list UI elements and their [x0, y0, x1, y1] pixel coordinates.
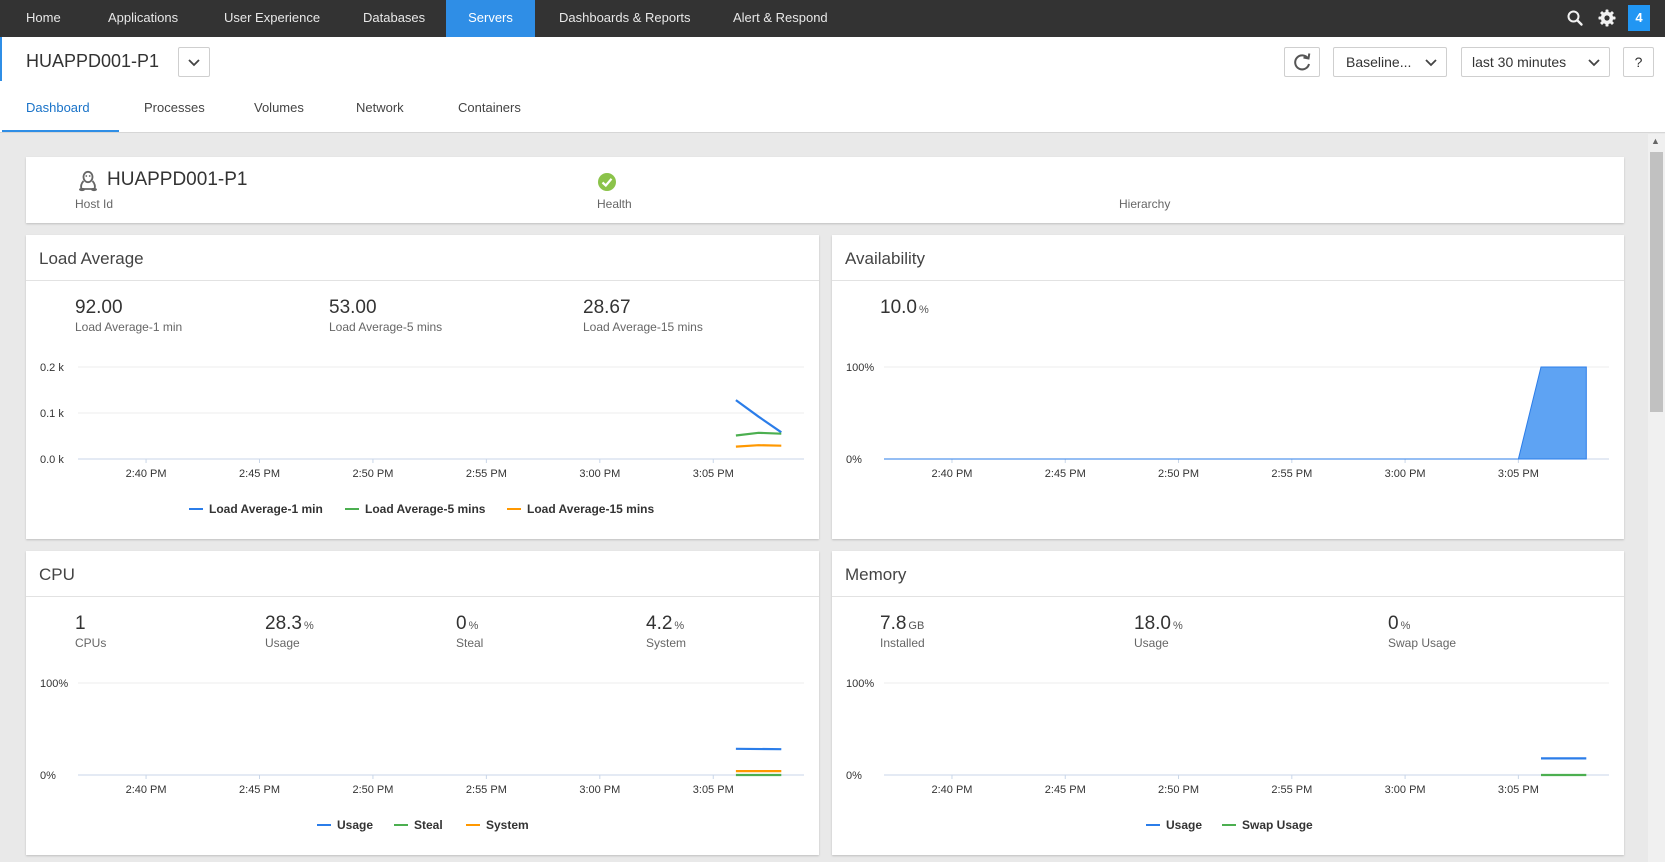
- y-tick-label: 100%: [40, 678, 68, 690]
- legend-item: Steal: [414, 818, 443, 832]
- y-tick-label: 100%: [846, 362, 874, 374]
- notification-badge[interactable]: 4: [1628, 5, 1650, 31]
- legend-item: Load Average-5 mins: [365, 502, 486, 516]
- search-icon[interactable]: [1566, 9, 1584, 27]
- x-tick-label: 2:40 PM: [126, 784, 167, 796]
- load-average-15-mins-line: [735, 444, 782, 448]
- time-range-label: last 30 minutes: [1472, 54, 1567, 70]
- x-tick-label: 2:50 PM: [352, 784, 393, 796]
- cpu-card: CPU 1 CPUs 28.3% Usage 0% Steal 4.2% Sys…: [26, 551, 819, 855]
- y-tick-label: 0.1 k: [40, 408, 64, 420]
- x-tick-label: 2:50 PM: [1158, 784, 1199, 796]
- availability-area: [884, 366, 1587, 460]
- x-tick-label: 3:00 PM: [579, 468, 620, 480]
- nav-dashboards-reports[interactable]: Dashboards & Reports: [559, 0, 691, 37]
- x-tick-label: 3:05 PM: [1498, 468, 1539, 480]
- x-tick-label: 2:55 PM: [1271, 784, 1312, 796]
- legend-item: Load Average-15 mins: [527, 502, 654, 516]
- tab-processes[interactable]: Processes: [144, 100, 205, 115]
- active-tab-indicator: [2, 130, 119, 132]
- x-tick-label: 2:40 PM: [931, 468, 972, 480]
- x-tick-label: 2:50 PM: [1158, 468, 1199, 480]
- x-tick-label: 3:05 PM: [1498, 784, 1539, 796]
- y-tick-label: 100%: [846, 678, 874, 690]
- chevron-down-icon: [1588, 59, 1600, 67]
- x-tick-label: 3:00 PM: [579, 784, 620, 796]
- nav-databases[interactable]: Databases: [363, 0, 425, 37]
- health-label: Health: [597, 197, 632, 211]
- load-average-card: Load Average 92.00 Load Average-1 min 53…: [26, 235, 819, 539]
- nav-applications[interactable]: Applications: [108, 0, 178, 37]
- host-summary-card: HUAPPD001-P1 Host Id Health Hierarchy: [26, 157, 1624, 223]
- memory-card: Memory 7.8 GB Installed 18.0% Usage 0% Sw…: [832, 551, 1624, 855]
- load-average-1-min-line: [735, 399, 782, 434]
- linux-icon: [79, 170, 97, 192]
- legend-item: Swap Usage: [1242, 818, 1313, 832]
- nav-alert-respond[interactable]: Alert & Respond: [733, 0, 828, 37]
- cpu-chart: 0% 100% 2:40 PM 2:45 PM 2:50 PM 2:55 PM 3:00 P…: [40, 678, 804, 832]
- nav-servers[interactable]: Servers: [446, 0, 535, 37]
- chevron-down-icon: [1425, 59, 1437, 67]
- legend-item: Load Average-1 min: [209, 502, 323, 516]
- legend-item: Usage: [1166, 818, 1202, 832]
- y-tick-label: 0%: [846, 454, 862, 466]
- host-name: HUAPPD001-P1: [107, 169, 248, 190]
- availability-chart: 0% 100% 2:40 PM 2:45 PM 2:50 PM 2:55 PM 3:00 P…: [846, 362, 1609, 480]
- x-tick-label: 3:05 PM: [693, 468, 734, 480]
- x-tick-label: 3:05 PM: [693, 784, 734, 796]
- baseline-dropdown[interactable]: Baseline...: [1333, 47, 1447, 77]
- scroll-up-arrow[interactable]: ▲: [1651, 136, 1660, 146]
- memory-chart: 0% 100% 2:40 PM 2:45 PM 2:50 PM 2:55 PM 3:00 P…: [846, 678, 1609, 832]
- x-tick-label: 2:55 PM: [466, 468, 507, 480]
- x-tick-label: 2:45 PM: [239, 784, 280, 796]
- baseline-label: Baseline...: [1346, 54, 1412, 70]
- x-tick-label: 3:00 PM: [1385, 468, 1426, 480]
- hierarchy-label: Hierarchy: [1119, 197, 1171, 211]
- tab-volumes[interactable]: Volumes: [254, 100, 304, 115]
- tab-dashboard[interactable]: Dashboard: [26, 100, 90, 115]
- y-tick-label: 0%: [846, 770, 862, 782]
- load-average-5-mins-line: [735, 431, 782, 437]
- x-tick-label: 2:45 PM: [239, 468, 280, 480]
- x-tick-label: 2:55 PM: [466, 784, 507, 796]
- nav-user-experience[interactable]: User Experience: [224, 0, 320, 37]
- header-accent: [0, 37, 2, 81]
- gear-icon[interactable]: [1598, 9, 1616, 27]
- availability-card: Availability 10.0% 0% 100% 2:40 PM 2:45 PM 2…: [832, 235, 1624, 539]
- tab-containers[interactable]: Containers: [458, 100, 521, 115]
- y-tick-label: 0.2 k: [40, 362, 64, 374]
- x-tick-label: 2:50 PM: [352, 468, 393, 480]
- x-tick-label: 2:45 PM: [1045, 784, 1086, 796]
- page-title: HUAPPD001-P1: [26, 51, 160, 71]
- y-tick-label: 0%: [40, 770, 56, 782]
- legend-item: System: [486, 818, 529, 832]
- chevron-down-icon: [188, 59, 200, 67]
- x-tick-label: 2:45 PM: [1045, 468, 1086, 480]
- refresh-button[interactable]: [1284, 47, 1320, 77]
- time-range-dropdown[interactable]: last 30 minutes: [1461, 47, 1610, 77]
- nav-home[interactable]: Home: [26, 0, 61, 37]
- x-tick-label: 2:55 PM: [1271, 468, 1312, 480]
- x-tick-label: 2:40 PM: [931, 784, 972, 796]
- scrollbar-thumb[interactable]: [1650, 152, 1663, 412]
- host-dropdown-button[interactable]: [178, 47, 210, 77]
- x-tick-label: 3:00 PM: [1385, 784, 1426, 796]
- x-tick-label: 2:40 PM: [126, 468, 167, 480]
- tab-network[interactable]: Network: [356, 100, 404, 115]
- help-button[interactable]: ?: [1623, 47, 1654, 77]
- refresh-icon: [1294, 53, 1311, 71]
- load-average-chart: 0.0 k 0.1 k 0.2 k 2:40 PM 2:45 PM 2:50 PM 2:55…: [40, 362, 804, 516]
- y-tick-label: 0.0 k: [40, 454, 64, 466]
- health-ok-icon: [598, 173, 616, 191]
- host-id-label: Host Id: [75, 197, 114, 211]
- legend-item: Usage: [337, 818, 373, 832]
